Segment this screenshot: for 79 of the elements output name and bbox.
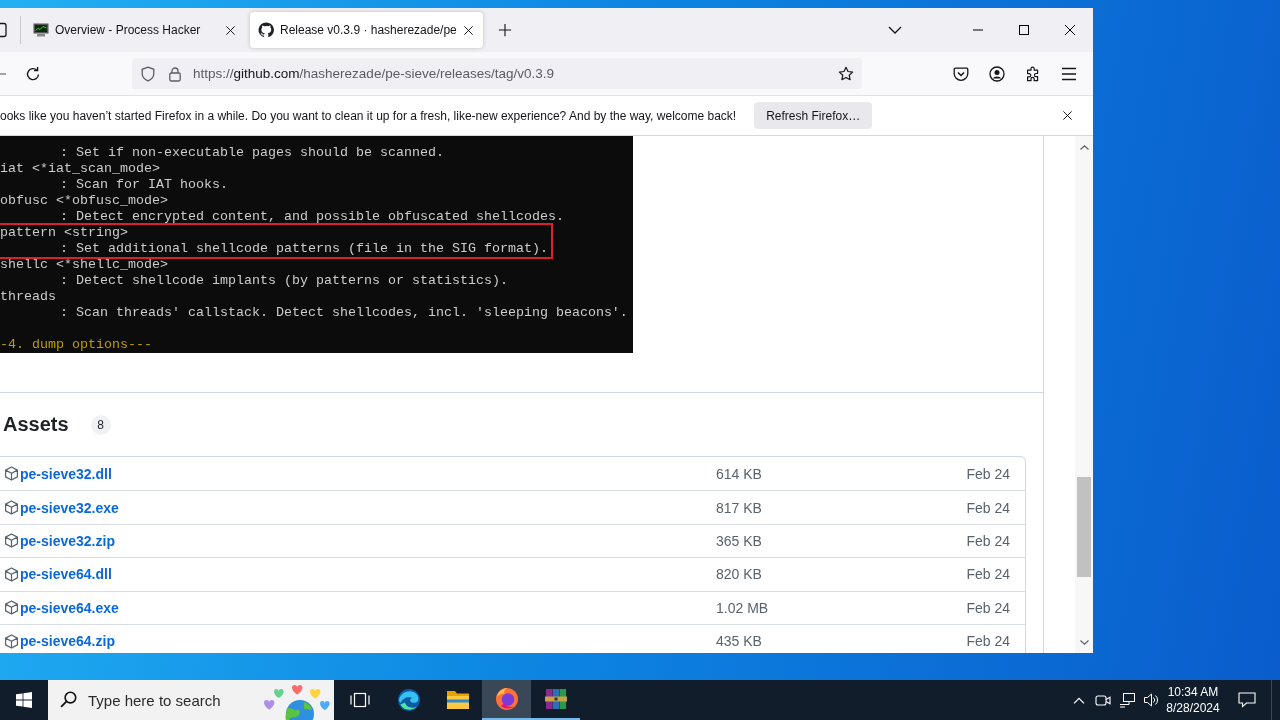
clock-button[interactable]: 10:34 AM 8/28/2024 [1163,680,1223,720]
books-archive-icon [543,687,568,711]
asset-date: Feb 24 [966,599,1010,616]
asset-link[interactable]: pe-sieve32.dll [20,465,112,482]
terminal-line: : Set if non-executable pages should be scanned. [59,145,445,161]
address-field[interactable]: https://github.com/hasherezade/pe-sieve/releases/tag/v0.3.9 [132,58,862,89]
asset-date: Feb 24 [966,499,1010,516]
maximize-icon[interactable] [1019,25,1029,35]
terminal-line: : Scan threads' callstack. Detect shellcodes, incl. 'sleeping beacons'. [59,305,629,321]
file-size: 435 KB [716,633,763,650]
package-icon [4,600,19,616]
notification-message: ooks like you haven’t started Firefox in a while. Do you want to clean it up for a fresh, like-new experience? And by the way, welcome back! [0,108,737,123]
package-icon [4,633,19,649]
terminal-line: -4. dump options--- [0,337,153,353]
account-icon[interactable] [989,65,1005,82]
puzzle-icon[interactable] [1025,65,1041,82]
asset-date: Feb 24 [966,566,1010,583]
asset-link[interactable]: pe-sieve64.zip [20,633,115,650]
site-logo-icon [258,22,274,38]
terminal-line: : Detect encrypted content, and possible obfuscated shellcodes. [59,209,565,225]
asset-link[interactable]: pe-sieve32.zip [20,532,115,549]
close-icon[interactable] [1065,25,1075,35]
terminal-line: iat <*iat_scan_mode> [0,161,161,177]
scroll-down-icon[interactable] [1079,639,1089,645]
asset-date: Feb 24 [966,465,1010,482]
monitor-icon [33,22,49,38]
asset-link[interactable]: pe-sieve64.dll [20,566,112,583]
start-logo-icon [16,692,32,708]
terminal-line: shellc <*shellc_mode> [0,257,169,273]
chevron-down-icon[interactable] [888,26,902,34]
package-icon [4,466,19,482]
package-icon [4,500,19,516]
star-icon[interactable] [838,65,854,82]
file-size: 817 KB [716,499,763,516]
terminal-line: : Scan for IAT hooks. [59,177,229,193]
browser-tab[interactable]: Release v0.3.9 · hasherezade/pe [250,12,483,48]
asset-date: Feb 24 [966,532,1010,549]
terminal-line: : Detect shellcode implants (by patterns or statistics). [59,273,509,289]
package-icon [4,566,19,582]
scrollbar-track[interactable] [1075,136,1093,653]
terminal-line: threads [0,289,57,305]
asset-link[interactable]: pe-sieve64.exe [20,599,119,616]
speaker-icon[interactable] [1143,692,1159,708]
asset-date: Feb 24 [966,633,1010,650]
file-size: 614 KB [716,465,763,482]
window-icon[interactable] [0,22,7,38]
package-icon [4,533,19,549]
network-icon[interactable] [1119,692,1135,708]
file-size: 365 KB [716,532,763,549]
folder-icon [445,689,470,711]
assets-heading: Assets [3,413,69,436]
refresh-button[interactable]: Refresh Firefox… [754,102,873,129]
plus-icon[interactable] [497,23,512,37]
search-icon [60,691,77,708]
lock-icon[interactable] [167,65,183,82]
scroll-up-icon[interactable] [1079,144,1089,150]
terminal-line: obfusc <*obfusc_mode> [0,193,169,209]
notification-icon[interactable] [1238,692,1256,708]
pocket-icon[interactable] [953,65,969,82]
terminal-line: : Set additional shellcode patterns (file in the SIG format). [59,241,548,257]
task-view-icon [349,692,370,708]
camera-icon[interactable] [1095,693,1111,707]
wave-browser-icon [396,688,421,712]
menu-icon[interactable] [1061,66,1077,81]
count-badge: 8 [90,414,111,435]
browser-tab[interactable]: Overview - Process Hacker [25,12,245,48]
file-size: 820 KB [716,566,763,583]
close-icon[interactable] [462,24,474,36]
search-field[interactable]: Type here to search [48,680,334,720]
file-size: 1.02 MB [716,599,770,616]
close-icon[interactable] [225,24,236,36]
scrollbar-thumb[interactable] [1077,477,1091,577]
shield-icon[interactable] [140,65,156,82]
close-icon[interactable] [1062,110,1073,121]
terminal-line: pattern <string> [0,225,129,241]
asset-link[interactable]: pe-sieve32.exe [20,499,119,516]
fox-browser-icon [494,687,519,711]
reload-icon[interactable] [25,65,41,82]
chevron-up-icon[interactable] [1073,696,1085,704]
